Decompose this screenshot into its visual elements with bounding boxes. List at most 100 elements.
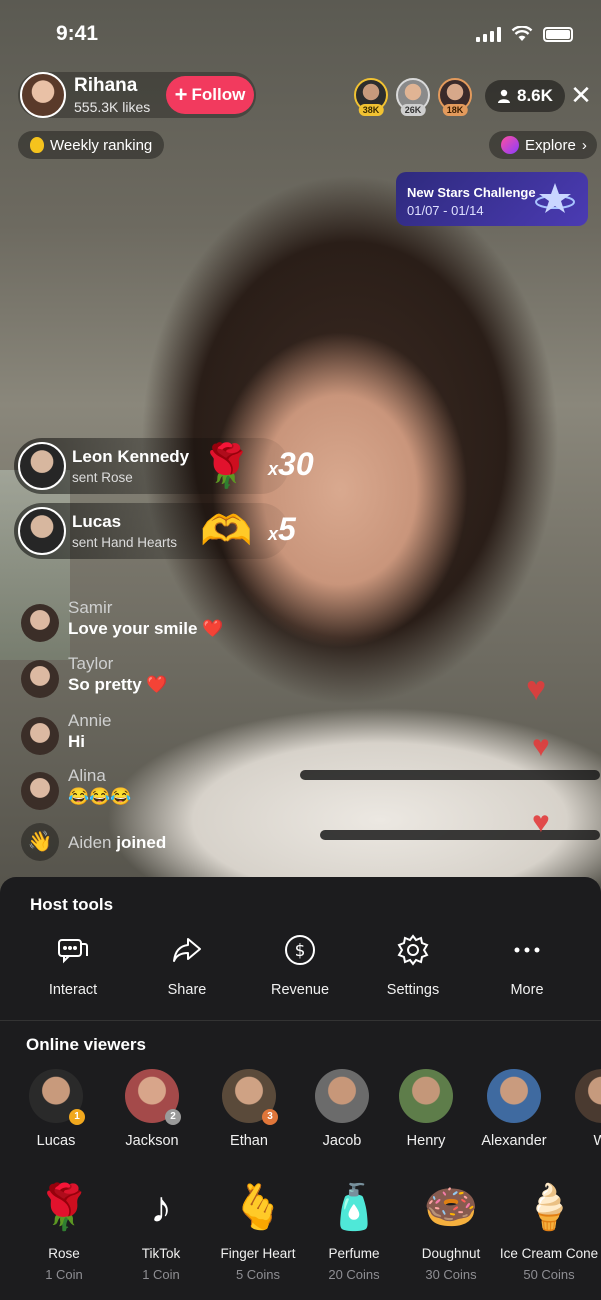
comment-text: Love your smile ❤️ <box>68 619 224 638</box>
status-time: 9:41 <box>56 22 99 45</box>
share-button[interactable]: Share <box>137 932 237 998</box>
divider <box>0 1020 601 1021</box>
viewer-avatar: 1 <box>29 1069 85 1125</box>
commenter-name[interactable]: Alina <box>68 766 106 786</box>
online-viewer[interactable]: Wi <box>562 1069 601 1149</box>
online-viewer[interactable]: Jacob <box>302 1069 382 1149</box>
svg-text:$: $ <box>295 941 306 961</box>
top-viewer-avatar[interactable]: 18K <box>438 78 472 116</box>
challenge-banner[interactable]: New Stars Challenge 01/07 - 01/14 <box>396 172 588 226</box>
online-viewer[interactable]: Henry <box>386 1069 466 1149</box>
online-viewer[interactable]: 2 Jackson <box>112 1069 192 1149</box>
gift-item[interactable]: ♪ TikTok 1 Coin <box>111 1180 211 1282</box>
hand-hearts-icon: 🫶 <box>200 507 253 554</box>
host-tools-title: Host tools <box>30 895 114 914</box>
comment-text: Hi <box>68 732 85 751</box>
top-viewer-avatar[interactable]: 26K <box>396 78 430 116</box>
gift-price: 1 Coin <box>142 1267 180 1282</box>
gift-name: Perfume <box>328 1246 380 1261</box>
online-viewer[interactable]: 1 Lucas <box>16 1069 96 1149</box>
host-likes: 555.3K likes <box>74 99 151 115</box>
revenue-button[interactable]: $ Revenue <box>250 932 350 998</box>
online-viewer[interactable]: Alexander <box>474 1069 554 1149</box>
commenter-name[interactable]: Annie <box>68 711 111 731</box>
gift-price: 50 Coins <box>523 1267 575 1282</box>
explore-pill[interactable]: Explore › <box>489 131 597 159</box>
settings-label: Settings <box>386 982 440 998</box>
gift-count-value: 5 <box>278 511 296 547</box>
gift-name: Finger Heart <box>220 1246 296 1261</box>
plus-icon: + <box>174 82 188 107</box>
viewer-rank-badge: 2 <box>165 1109 181 1125</box>
chevron-right-icon: › <box>581 136 587 154</box>
gift-sender-avatar[interactable] <box>18 507 66 555</box>
interact-label: Interact <box>48 982 98 998</box>
gift-item[interactable]: 🌹 Rose 1 Coin <box>14 1180 114 1282</box>
online-viewers-list[interactable]: 1 Lucas 2 Jackson 3 Ethan Jacob Henry Al… <box>0 1069 601 1159</box>
commenter-avatar[interactable] <box>21 717 59 755</box>
gift-sender-avatar[interactable] <box>18 442 66 490</box>
doughnut-icon: 🍩 <box>423 1183 479 1232</box>
more-dots-icon <box>514 947 540 953</box>
challenge-title: New Stars Challenge <box>407 185 536 200</box>
joined-user[interactable]: Aiden <box>68 833 111 852</box>
gear-icon <box>397 934 429 966</box>
online-viewer[interactable]: 3 Ethan <box>209 1069 289 1149</box>
host-tools-sheet: Host tools Interact Share $ Revenue Sett… <box>0 877 601 1300</box>
gift-sender-name: Lucas <box>72 512 122 531</box>
commenter-name[interactable]: Taylor <box>68 654 113 674</box>
commenter-name[interactable]: Samir <box>68 598 112 618</box>
commenter-avatar[interactable] <box>21 660 59 698</box>
gift-count: x30 <box>268 446 314 483</box>
gift-item[interactable]: 🍦 Ice Cream Cone 50 Coins <box>499 1180 599 1282</box>
commenter-avatar[interactable] <box>21 604 59 642</box>
comment-text: 😂😂😂 <box>68 787 132 806</box>
share-label: Share <box>167 982 207 998</box>
gift-price: 20 Coins <box>328 1267 380 1282</box>
gift-price: 5 Coins <box>235 1267 281 1282</box>
gift-price: 30 Coins <box>425 1267 477 1282</box>
gift-item[interactable]: 🫰 Finger Heart 5 Coins <box>208 1180 308 1282</box>
more-button[interactable]: More <box>477 932 577 998</box>
more-label: More <box>510 982 544 998</box>
host-avatar[interactable] <box>20 72 66 118</box>
viewer-name: Ethan <box>230 1133 268 1149</box>
viewer-avatar <box>315 1069 369 1123</box>
top-viewers: 38K 26K 18K <box>354 78 472 116</box>
viewer-name: Lucas <box>36 1133 76 1149</box>
settings-button[interactable]: Settings <box>363 932 463 998</box>
viewer-name: Jackson <box>125 1133 179 1149</box>
gift-multiplier: x <box>268 524 279 544</box>
floating-heart-icon: ♥ <box>532 806 550 839</box>
gift-item[interactable]: 🧴 Perfume 20 Coins <box>304 1180 404 1282</box>
dollar-icon: $ <box>285 935 315 965</box>
floating-heart-icon: ♥ <box>526 670 547 708</box>
gift-item[interactable]: 🍩 Doughnut 30 Coins <box>401 1180 501 1282</box>
sweater-stripe <box>300 770 600 780</box>
viewer-avatar: 3 <box>222 1069 278 1125</box>
viewer-avatar <box>487 1069 541 1123</box>
viewer-name: Henry <box>406 1133 446 1149</box>
commenter-avatar[interactable] <box>21 772 59 810</box>
viewer-name: Wi <box>593 1133 601 1149</box>
gift-action: sent Rose <box>72 470 133 485</box>
weekly-ranking-pill[interactable]: Weekly ranking <box>18 131 165 159</box>
chat-bubbles-icon <box>58 939 88 964</box>
follow-label: Follow <box>191 85 246 104</box>
gift-count-value: 30 <box>278 446 314 482</box>
top-viewer-avatar[interactable]: 38K <box>354 78 388 116</box>
gift-count: x5 <box>268 511 296 548</box>
join-text: Aiden joined <box>68 833 166 853</box>
viewer-count-pill[interactable]: 8.6K <box>485 80 565 112</box>
gift-price: 1 Coin <box>45 1267 83 1282</box>
cellular-signal-icon <box>476 26 501 42</box>
battery-icon <box>543 26 573 42</box>
close-icon[interactable]: ✕ <box>568 82 594 108</box>
waving-hand-icon: 👋 <box>21 823 59 861</box>
follow-button[interactable]: + Follow <box>166 76 254 114</box>
interact-button[interactable]: Interact <box>23 932 123 998</box>
flame-icon <box>30 137 44 153</box>
gift-notification: Lucas sent Hand Hearts 🫶 x5 <box>14 503 296 559</box>
explore-icon <box>501 136 519 154</box>
revenue-label: Revenue <box>270 982 330 998</box>
